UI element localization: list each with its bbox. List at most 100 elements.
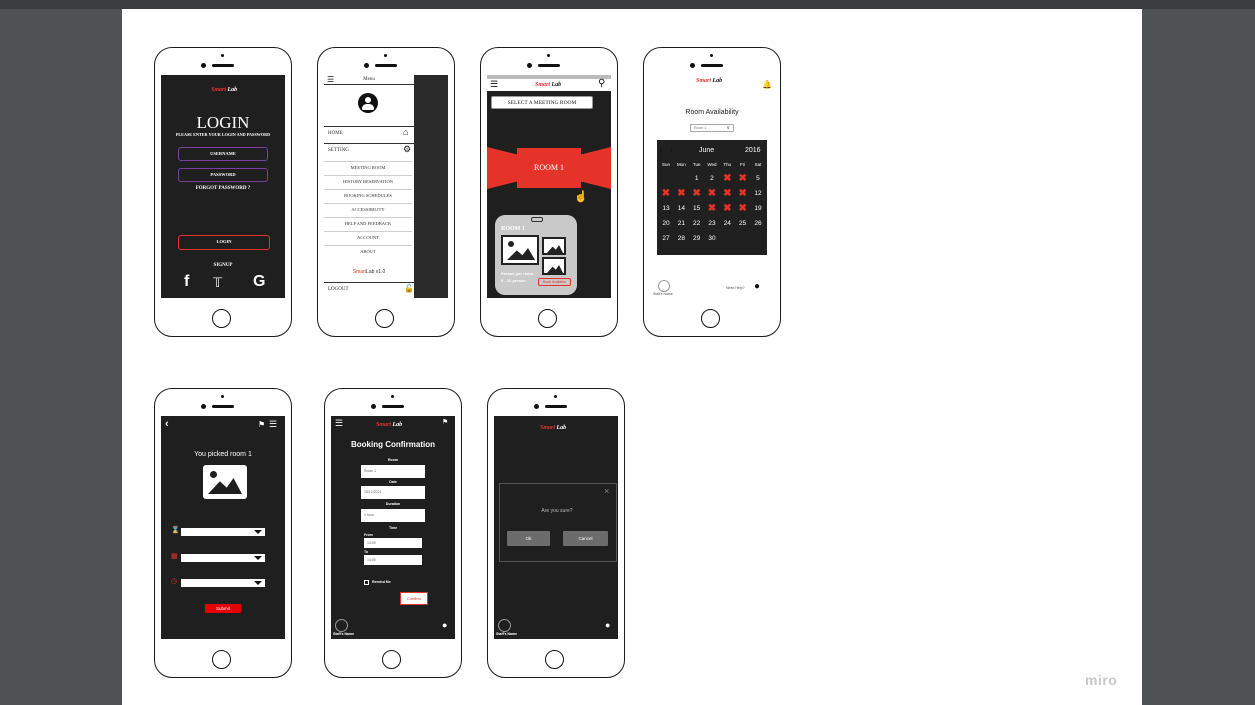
calendar-day[interactable]: 19 (752, 205, 764, 212)
menu-item-account[interactable]: Account (324, 231, 412, 242)
brand-logo: Smart Lab (696, 78, 723, 84)
calendar-day[interactable]: 14 (675, 205, 687, 212)
time-select[interactable] (181, 579, 265, 587)
weekday-label: Wed (707, 162, 717, 167)
camera-icon (384, 54, 387, 57)
calendar-day[interactable]: 29 (691, 235, 703, 242)
staff-avatar-icon[interactable] (335, 619, 348, 632)
hamburger-icon[interactable]: ☰ (335, 419, 343, 428)
calendar-day[interactable]: 1 (691, 175, 703, 182)
select-room-button[interactable]: Select a Meeting Room (491, 96, 593, 109)
confirm-label: Confirm (406, 596, 421, 601)
from-field[interactable]: 13:00 (364, 538, 422, 548)
camera-icon (221, 54, 224, 57)
profile-avatar-icon[interactable] (358, 93, 378, 113)
calendar-day[interactable]: 15 (691, 205, 703, 212)
brand-logo: Smart Lab (376, 422, 403, 428)
chat-bubble-icon[interactable]: ● (754, 282, 760, 292)
home-button (212, 309, 231, 328)
duration-select[interactable] (181, 528, 265, 536)
home-button (212, 650, 231, 669)
date-field[interactable]: 15/12/2021 (361, 486, 425, 499)
calendar-day[interactable]: 2 (706, 175, 718, 182)
sensor-icon (534, 404, 539, 409)
username-field[interactable]: Username (178, 147, 268, 161)
facebook-icon[interactable]: f (184, 274, 189, 290)
calendar-day[interactable]: 24 (721, 220, 733, 227)
camera-icon (710, 54, 713, 57)
menu-item-booking[interactable]: Booking Schedules (324, 189, 412, 200)
ok-button[interactable]: Ok (507, 531, 550, 546)
calendar-day[interactable]: 23 (706, 220, 718, 227)
cancel-button[interactable]: Cancel (563, 531, 608, 546)
login-screen: Smart Lab LOGIN Please enter your login … (161, 75, 285, 298)
calendar-day[interactable]: 22 (691, 220, 703, 227)
home-button (375, 309, 394, 328)
prev-month-icon[interactable]: ‹ (660, 145, 663, 154)
back-arrow-icon[interactable]: ‹ (165, 419, 169, 430)
password-field[interactable]: Password (178, 168, 268, 182)
pick-room-screen: ‹ ⚑ ☰ You picked room 1 ⌛ ▦ ◷ Submit (161, 416, 285, 639)
room-field[interactable]: Room 1 (361, 465, 425, 478)
menu-item-history[interactable]: History Reservation (324, 175, 412, 186)
phone-availability: Smart Lab 🔔 Room Availability Room 1 ∨ ‹… (643, 47, 781, 337)
brand-logo: Smart Lab (535, 82, 562, 88)
menu-item-meeting-room[interactable]: Meeting Room (324, 161, 412, 172)
calendar-day[interactable]: 30 (706, 235, 718, 242)
to-field[interactable]: 14:00 (364, 555, 422, 565)
search-icon[interactable]: ⚲ (598, 79, 605, 89)
calendar-day[interactable]: 25 (737, 220, 749, 227)
google-icon[interactable]: G (253, 274, 265, 290)
bell-icon[interactable]: 🔔 (762, 81, 772, 89)
remind-checkbox[interactable] (364, 580, 369, 585)
chat-bubble-icon[interactable]: ● (605, 621, 610, 630)
confirm-button[interactable]: Confirm (400, 592, 428, 605)
login-button-label: Login (216, 239, 232, 244)
forgot-password-link[interactable]: Forgot password ? (161, 186, 285, 191)
menu-item-about[interactable]: About (324, 245, 412, 256)
meeting-screen: ☰ Smart Lab ⚲ Select a Meeting Room ROOM… (487, 75, 611, 298)
duration-field[interactable]: 1 hour (361, 509, 425, 522)
next-month-icon[interactable]: › (670, 145, 673, 154)
calendar-day[interactable]: 5 (752, 175, 764, 182)
room-carousel-right[interactable] (581, 147, 611, 189)
twitter-icon[interactable]: 𝕋 (213, 276, 222, 289)
signup-label[interactable]: SIGNUP (161, 263, 285, 268)
bell-icon[interactable]: ⚑ (442, 419, 448, 426)
need-help-label[interactable]: Need Help? (726, 286, 744, 290)
calendar-day[interactable]: 27 (660, 235, 672, 242)
speaker-icon (545, 405, 567, 408)
room-carousel-left[interactable] (487, 147, 517, 189)
book-available-button[interactable]: Book Available (538, 278, 571, 286)
card-info-range: 5 - 10 person (501, 278, 526, 283)
submit-button[interactable]: Submit (205, 604, 241, 613)
whiteboard-canvas[interactable]: Smart Lab LOGIN Please enter your login … (122, 9, 1142, 705)
staff-avatar-icon[interactable] (658, 280, 670, 292)
calendar-day[interactable]: 21 (675, 220, 687, 227)
chat-bubble-icon[interactable]: ● (442, 621, 447, 630)
room-dropdown[interactable]: Room 1 ∨ (690, 124, 734, 132)
close-icon[interactable]: × (604, 487, 609, 496)
calendar-day[interactable]: 28 (675, 235, 687, 242)
bell-icon[interactable]: ⚑ (258, 421, 265, 429)
gear-icon: ⚙ (403, 144, 412, 154)
login-subtitle: Please enter your login and password (175, 132, 271, 137)
date-select[interactable] (181, 554, 265, 562)
login-button[interactable]: Login (178, 235, 270, 250)
hamburger-icon[interactable]: ☰ (269, 420, 277, 429)
duration-field-value: 1 hour (364, 513, 374, 517)
menu-item-help[interactable]: Help and Feedback (324, 217, 412, 228)
weekday-label: Sun (661, 162, 670, 167)
staff-avatar-icon[interactable] (498, 619, 511, 632)
image-icon (542, 237, 566, 255)
calendar-day[interactable]: 26 (752, 220, 764, 227)
calendar-empty-day (660, 175, 672, 182)
hamburger-icon[interactable]: ☰ (490, 80, 498, 89)
menu-item-accessibility[interactable]: Accessibility (324, 203, 412, 214)
calendar-day[interactable]: 20 (660, 220, 672, 227)
home-button (382, 650, 401, 669)
calendar-icon: ▦ (171, 553, 178, 560)
calendar-day[interactable]: 12 (752, 190, 764, 197)
calendar-day[interactable]: 13 (660, 205, 672, 212)
sensor-icon (371, 404, 376, 409)
